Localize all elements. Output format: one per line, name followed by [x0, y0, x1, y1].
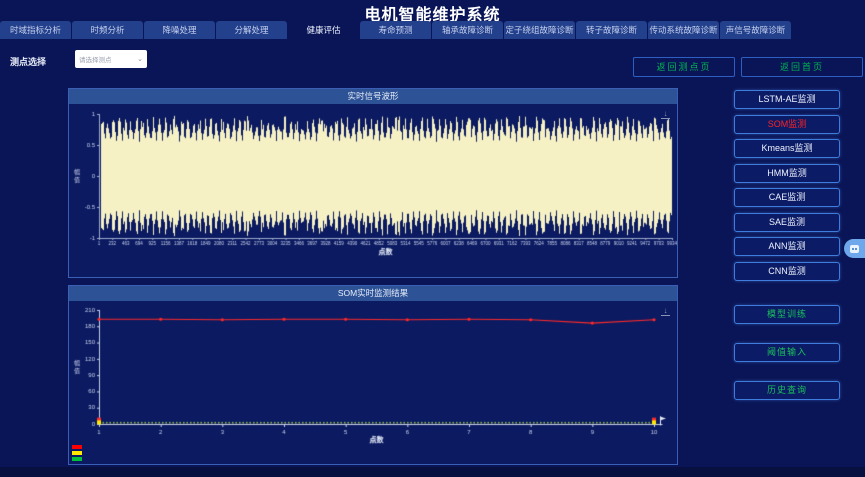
legend-item-1	[72, 444, 85, 449]
tab-3[interactable]: 降噪处理	[144, 21, 215, 39]
monitor-button-6[interactable]: SAE监测	[734, 213, 840, 232]
footer-strip	[0, 467, 865, 477]
tab-2[interactable]: 时频分析	[72, 21, 143, 39]
action-button-3[interactable]: 历史查询	[734, 381, 840, 400]
legend-swatch	[72, 445, 82, 449]
action-button-1[interactable]: 模型训练	[734, 305, 840, 324]
tab-8[interactable]: 定子绕组故障诊断	[504, 21, 575, 39]
monitor-button-3[interactable]: Kmeans监测	[734, 139, 840, 158]
tab-10[interactable]: 传动系统故障诊断	[648, 21, 719, 39]
tab-bar: 时域指标分析时频分析降噪处理分解处理健康评估寿命预测轴承故障诊断定子绕组故障诊断…	[0, 21, 792, 39]
legend-item-3	[72, 456, 85, 461]
legend-swatch	[72, 457, 82, 461]
som-result-panel: SOM实时监测结果 ↓	[68, 285, 678, 465]
tab-4[interactable]: 分解处理	[216, 21, 287, 39]
point-select-placeholder: 请选择测点	[79, 54, 137, 64]
back-home-button[interactable]: 返回首页	[741, 57, 863, 77]
tab-1[interactable]: 时域指标分析	[0, 21, 71, 39]
back-to-points-button[interactable]: 返回测点页	[633, 57, 735, 77]
waveform-panel-title: 实时信号波形	[69, 89, 677, 104]
tab-7[interactable]: 轴承故障诊断	[432, 21, 503, 39]
chevron-down-icon: ⌄	[137, 55, 143, 63]
som-panel-title: SOM实时监测结果	[69, 286, 677, 301]
monitor-button-5[interactable]: CAE监测	[734, 188, 840, 207]
legend-item-2	[72, 450, 85, 455]
som-chart	[69, 301, 677, 464]
action-button-2[interactable]: 阈值输入	[734, 343, 840, 362]
realtime-waveform-panel: 实时信号波形 ↓	[68, 88, 678, 278]
tab-6[interactable]: 寿命预测	[360, 21, 431, 39]
monitor-button-1[interactable]: LSTM-AE监测	[734, 90, 840, 109]
tab-11[interactable]: 声信号故障诊断	[720, 21, 791, 39]
legend-swatch	[72, 451, 82, 455]
tab-9[interactable]: 转子故障诊断	[576, 21, 647, 39]
assistant-icon	[850, 245, 859, 253]
monitor-button-7[interactable]: ANN监测	[734, 237, 840, 256]
point-select-dropdown[interactable]: 请选择测点 ⌄	[75, 50, 147, 68]
som-status-legend	[72, 443, 85, 461]
point-select-label: 测点选择	[10, 55, 46, 68]
monitor-button-8[interactable]: CNN监测	[734, 262, 840, 281]
save-image-icon[interactable]: ↓	[661, 307, 670, 316]
floating-assistant-button[interactable]	[844, 239, 865, 258]
tab-5[interactable]: 健康评估	[288, 21, 359, 39]
save-image-icon[interactable]: ↓	[661, 110, 670, 119]
monitor-button-2[interactable]: SOM监测	[734, 115, 840, 134]
monitor-button-4[interactable]: HMM监测	[734, 164, 840, 183]
waveform-chart	[69, 104, 677, 277]
